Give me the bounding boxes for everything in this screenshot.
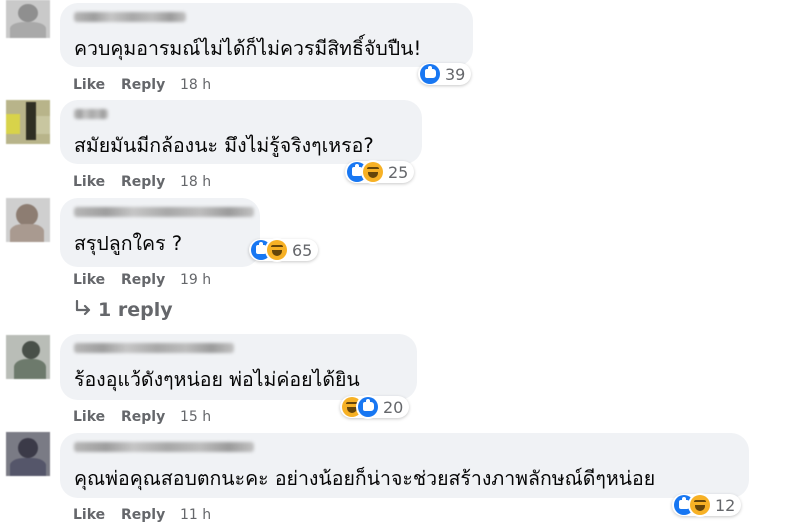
comment-actions: Like Reply 11 h <box>73 507 211 523</box>
avatar[interactable] <box>6 432 50 476</box>
reaction-count: 12 <box>715 495 736 515</box>
comment-bubble: คุณพ่อคุณสอบตกนะคะ อย่างน้อยก็น่าจะช่วยส… <box>60 433 749 498</box>
timestamp[interactable]: 11 h <box>180 507 211 523</box>
like-link[interactable]: Like <box>73 507 121 523</box>
commenter-name-blurred[interactable] <box>74 442 254 452</box>
comment-text: คุณพ่อคุณสอบตกนะคะ อย่างน้อยก็น่าจะช่วยส… <box>74 467 656 490</box>
reaction-summary[interactable]: 12 <box>672 494 742 516</box>
haha-reaction-icon <box>690 495 710 515</box>
reply-link[interactable]: Reply <box>121 507 180 523</box>
comment-item: คุณพ่อคุณสอบตกนะคะ อย่างน้อยก็น่าจะช่วยส… <box>0 0 800 529</box>
